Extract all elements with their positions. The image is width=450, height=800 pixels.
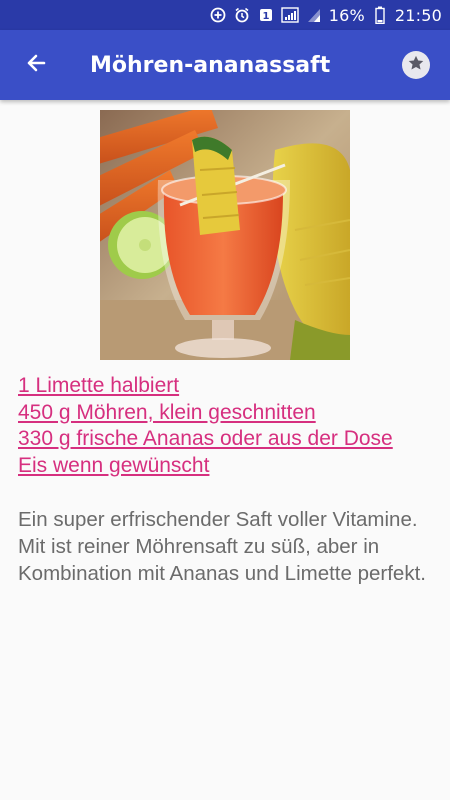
- ingredient-list: 1 Limette halbiert 450 g Möhren, klein g…: [18, 373, 438, 479]
- battery-percent: 16%: [328, 5, 365, 25]
- favorite-button[interactable]: [402, 51, 430, 79]
- recipe-image: [100, 110, 350, 360]
- battery-icon: [371, 6, 389, 24]
- signal-icon: [281, 6, 299, 24]
- arrow-back-icon: [24, 51, 48, 79]
- ingredient-link[interactable]: 450 g Möhren, klein geschnitten: [18, 400, 438, 427]
- star-icon: [407, 54, 425, 76]
- page-title: Möhren-ananassaft: [90, 52, 331, 78]
- ingredient-link[interactable]: 1 Limette halbiert: [18, 373, 438, 400]
- ingredient-link[interactable]: 330 g frische Ananas oder aus der Dose: [18, 426, 438, 453]
- svg-text:1: 1: [262, 11, 269, 22]
- recipe-description: Ein super erfrischender Saft voller Vita…: [18, 508, 426, 585]
- data-saver-icon: [209, 6, 227, 24]
- alarm-icon: [233, 6, 251, 24]
- back-button[interactable]: [18, 47, 54, 83]
- app-bar: Möhren-ananassaft: [0, 30, 450, 100]
- clock: 21:50: [394, 5, 442, 25]
- status-bar: 1 16% 21:50: [0, 0, 450, 30]
- notification-icon: 1: [257, 6, 275, 24]
- ingredient-link[interactable]: Eis wenn gewünscht: [18, 453, 438, 480]
- signal-strength-icon: [305, 6, 323, 24]
